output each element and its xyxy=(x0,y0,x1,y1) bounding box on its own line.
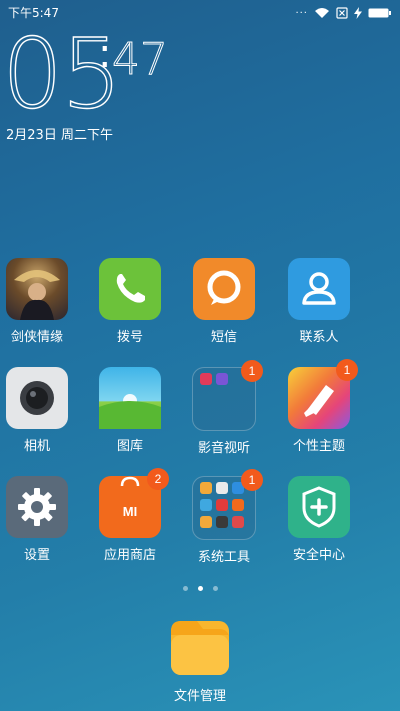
app-label: 应用商店 xyxy=(103,548,156,563)
lockscreen-clock-widget[interactable]: 05 : 47 xyxy=(1,25,202,126)
app-security[interactable]: 安全中心 xyxy=(279,476,359,563)
page-dot[interactable] xyxy=(182,586,188,591)
app-label: 相机 xyxy=(23,439,50,454)
wifi-icon xyxy=(314,4,330,23)
app-label: 拨号 xyxy=(116,330,143,345)
clock-date: 2月23日 周二下午 xyxy=(6,128,113,143)
notification-badge: 1 xyxy=(241,360,263,382)
theme-brush-icon: 1 xyxy=(288,359,358,429)
clock-minutes: 47 xyxy=(112,34,169,85)
folder-icon: 1 xyxy=(192,360,263,431)
app-label: 系统工具 xyxy=(197,550,250,565)
app-label: 图库 xyxy=(116,439,143,454)
app-phone[interactable]: 拨号 xyxy=(90,258,170,345)
app-gallery[interactable]: 图库 xyxy=(90,367,170,454)
app-label: 文件管理 xyxy=(173,689,226,704)
charging-bolt-icon xyxy=(354,4,362,23)
page-dot[interactable] xyxy=(212,586,218,591)
folder-icon: 1 xyxy=(192,469,263,540)
svg-text:MI: MI xyxy=(123,504,137,519)
app-folder-tools[interactable]: 1 系统工具 xyxy=(184,469,264,565)
gallery-icon xyxy=(99,367,161,429)
camera-icon xyxy=(6,367,68,429)
page-indicator[interactable] xyxy=(0,586,400,591)
message-icon xyxy=(193,258,255,320)
file-manager-folder-icon xyxy=(169,617,231,679)
app-label: 个性主题 xyxy=(292,439,345,454)
app-label: 联系人 xyxy=(299,330,339,345)
shield-plus-icon xyxy=(288,476,350,538)
notification-badge: 2 xyxy=(147,468,169,490)
page-dot-active[interactable] xyxy=(197,586,203,591)
notification-badge: 1 xyxy=(241,469,263,491)
app-jianxia[interactable]: 剑侠情缘 xyxy=(0,258,77,345)
sim-no-signal-icon xyxy=(336,4,348,23)
mi-store-bag-icon: MI 2 xyxy=(99,468,169,538)
dock-file-manager[interactable]: 文件管理 xyxy=(160,617,240,704)
app-messages[interactable]: 短信 xyxy=(184,258,264,345)
app-label: 剑侠情缘 xyxy=(10,330,63,345)
phone-icon xyxy=(99,258,161,320)
clock-colon: : xyxy=(98,31,112,77)
app-camera[interactable]: 相机 xyxy=(0,367,77,454)
gear-icon xyxy=(6,476,68,538)
status-dots: ··· xyxy=(295,8,308,19)
notification-badge: 1 xyxy=(336,359,358,381)
contacts-icon xyxy=(288,258,350,320)
app-folder-media[interactable]: 1 影音视听 xyxy=(184,360,264,456)
game-warrior-icon xyxy=(6,258,68,320)
app-store[interactable]: MI 2 应用商店 xyxy=(90,468,170,563)
battery-charging-icon xyxy=(368,4,392,23)
app-settings[interactable]: 设置 xyxy=(0,476,77,563)
status-right: ··· xyxy=(295,4,392,23)
app-label: 影音视听 xyxy=(197,441,250,456)
app-label: 设置 xyxy=(23,548,50,563)
app-themes[interactable]: 1 个性主题 xyxy=(279,359,359,454)
app-label: 短信 xyxy=(210,330,237,345)
app-label: 安全中心 xyxy=(292,548,345,563)
app-contacts[interactable]: 联系人 xyxy=(279,258,359,345)
